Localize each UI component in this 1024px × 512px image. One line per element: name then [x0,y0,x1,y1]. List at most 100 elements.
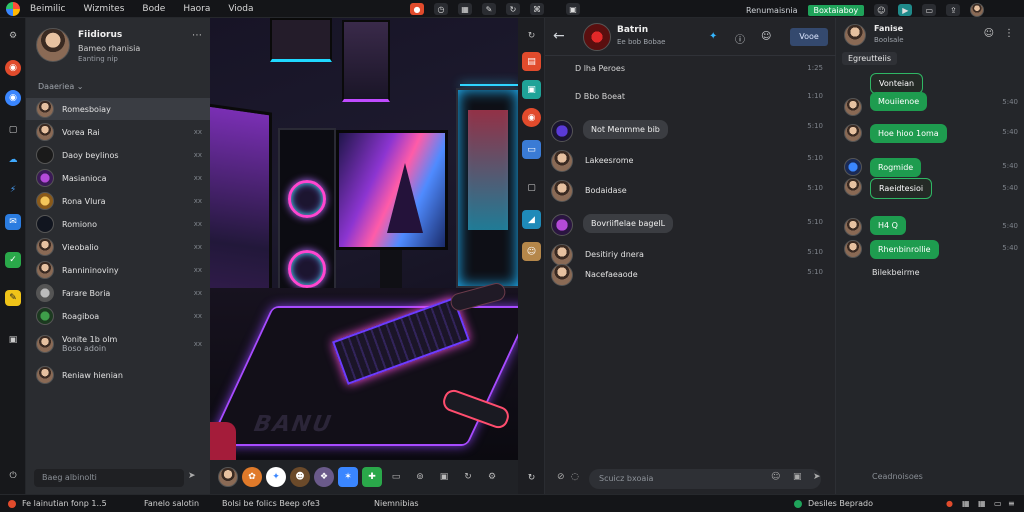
contact-item[interactable]: Romesboiay [26,98,210,120]
sticker-icon[interactable]: ✿ [242,467,262,487]
folder-icon[interactable]: ▢ [5,122,21,138]
avatar[interactable]: ☺ [522,242,541,261]
image-icon[interactable]: ▣ [434,467,454,487]
clock-icon[interactable]: ◷ [434,3,448,15]
contact-item[interactable]: Vonite 1b olm Boso adoin xx [26,329,210,359]
message-bubble[interactable]: Vonteian [870,73,924,94]
emoji-icon[interactable]: ☺ [771,472,780,482]
bird-icon[interactable]: ✦ [266,467,286,487]
gif-icon[interactable]: ▭ [386,467,406,487]
message-bubble[interactable]: Bovriiflelae bagelL [583,214,674,233]
info-icon[interactable]: ⓘ [735,31,745,46]
app-icon-blue[interactable]: ◉ [5,90,21,106]
contact-item[interactable]: Daoy beylinos xx [26,144,210,166]
window-icon[interactable]: ▭ [994,499,1002,508]
game-icon[interactable]: ✚ [362,467,382,487]
power-icon[interactable]: ⏻ [5,468,21,484]
briefcase-icon[interactable]: ▤ [522,52,541,71]
menu-item[interactable]: Wizmites [83,4,124,14]
menu-item[interactable]: Vioda [228,4,253,14]
section-label[interactable]: Daaeriea ⌄ [38,82,83,91]
play-icon[interactable]: ▶ [898,4,913,16]
message-text[interactable]: Desitiriy dnera [585,250,644,259]
avatar[interactable] [36,28,70,62]
chat-app-icon[interactable]: ✉ [5,214,21,230]
image-icon[interactable]: ▣ [5,332,21,348]
message-text[interactable]: Nacefaeaode [585,270,638,279]
avatar[interactable] [551,120,573,142]
more-icon[interactable]: ⋯ [192,30,202,41]
contact-item[interactable]: Rona Vlura xx [26,190,210,212]
clip-icon[interactable]: ⊚ [410,467,430,487]
emoji-icon[interactable]: ☺ [984,28,994,39]
photo-viewer[interactable]: BANU [210,18,518,460]
more-icon[interactable]: ⋮ [1004,28,1014,39]
attach-icon[interactable]: ⊘ [557,472,565,482]
avatar[interactable] [844,158,862,176]
contact-item[interactable]: Masianioca xx [26,167,210,189]
mic-icon[interactable]: ◌ [571,472,579,482]
message-text[interactable]: Bodaidase [585,186,627,195]
avatar[interactable] [218,467,238,487]
check-icon[interactable]: ✓ [5,252,21,268]
tv-icon[interactable]: ▭ [922,4,937,16]
action-button[interactable]: Boxtaiaboy [807,4,865,16]
avatar[interactable] [551,264,573,286]
contact-item[interactable]: Rannininoviny xx [26,259,210,281]
message-bubble[interactable]: Hoe hioo 1oma [870,124,947,143]
status-item[interactable]: Niemnibias [374,499,419,508]
user-icon[interactable]: ☺ [761,31,771,42]
search-input[interactable]: Baeg albinolti [34,469,184,487]
message-bubble[interactable]: Mouiienoe [870,92,928,111]
grid-icon[interactable]: ▦ [978,499,986,508]
gallery-icon[interactable]: ❖ [314,467,334,487]
contact-item[interactable]: Reniaw hienian [26,364,210,386]
flame-icon[interactable]: ◉ [522,108,541,127]
alert-icon[interactable]: ● [946,499,953,508]
avatar[interactable] [551,150,573,172]
message-text[interactable]: Bilekbeirme [872,268,920,277]
message-input[interactable]: Scuicz bxoaia [589,469,821,489]
status-item[interactable]: Fanelo salotin [144,499,199,508]
edit-icon[interactable]: ✎ [482,3,496,15]
link-icon[interactable]: ⌘ [530,3,544,15]
message-text[interactable]: Lakeesrome [585,156,633,165]
refresh-icon[interactable]: ↻ [506,3,520,15]
chat-icon[interactable]: ▭ [522,140,541,159]
avatar[interactable] [844,240,862,258]
avatar[interactable] [844,124,862,142]
status-item[interactable]: Fe lainutian fonp 1..5 [22,499,107,508]
app-icon-red[interactable]: ◉ [5,60,21,76]
avatar[interactable] [551,180,573,202]
contact-item[interactable]: Vorea Rai xx [26,121,210,143]
menu-item[interactable]: Bode [142,4,165,14]
avatar[interactable] [844,218,862,236]
contact-item[interactable]: Roagiboa xx [26,305,210,327]
emoji-icon[interactable]: ☻ [290,467,310,487]
note-icon[interactable]: ✎ [5,290,21,306]
menu-item[interactable]: Beimilic [30,4,65,14]
bird-icon[interactable]: ✦ [709,31,717,42]
message-bubble[interactable]: Not Menmme bib [583,120,668,139]
settings-icon[interactable]: ⚙ [5,28,21,44]
message-bubble[interactable]: Raeidtesioi [870,178,933,199]
camera-icon[interactable]: ▣ [566,3,580,15]
record-icon[interactable]: ● [410,3,424,15]
avatar[interactable] [844,24,866,46]
avatar[interactable] [844,98,862,116]
tag-icon[interactable]: ◢ [522,210,541,229]
back-icon[interactable]: ← [553,28,565,44]
contact-item[interactable]: Romiono xx [26,213,210,235]
send-icon[interactable]: ➤ [188,471,202,485]
message-bubble[interactable]: Rogmide [870,158,922,177]
cloud-icon[interactable]: ☁ [5,152,21,168]
loop-icon[interactable]: ↻ [458,467,478,487]
avatar[interactable] [970,3,985,17]
bolt-icon[interactable]: ⚡ [5,182,21,198]
settings-icon[interactable]: ⚙ [482,467,502,487]
contact-item[interactable]: Farare Boria xx [26,282,210,304]
contact-item[interactable]: Vieobalio xx [26,236,210,258]
menu-icon[interactable]: ≡ [1008,499,1015,508]
loop-icon[interactable]: ↻ [522,468,541,487]
avatar[interactable] [844,178,862,196]
